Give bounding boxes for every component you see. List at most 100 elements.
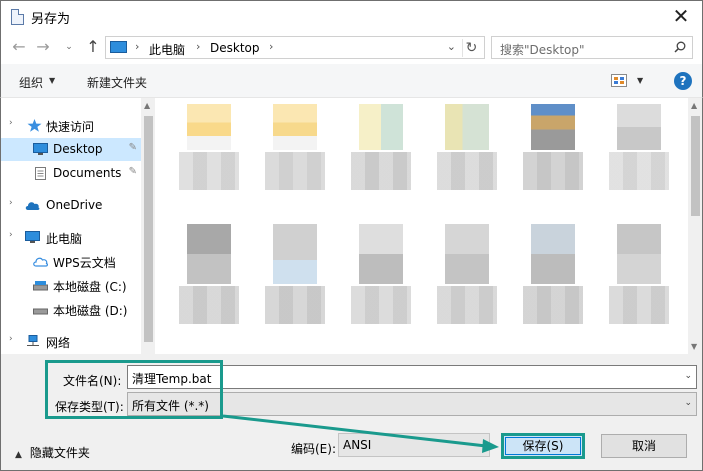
sidebar-item-network[interactable]: › 网络 [1, 330, 141, 353]
chevron-right-icon[interactable]: › [269, 40, 273, 53]
command-toolbar: 组织 ▼ 新建文件夹 ▼ ? [0, 64, 703, 98]
scroll-down-icon[interactable]: ▼ [691, 342, 697, 351]
file-list[interactable] [155, 98, 688, 354]
sidebar-item-this-pc[interactable]: › 此电脑 [1, 226, 141, 249]
file-name-blurred [179, 286, 239, 324]
hide-folders-toggle[interactable]: ▲ 隐藏文件夹 [15, 444, 90, 461]
sidebar-item-documents[interactable]: Documents ✎ [1, 162, 141, 185]
computer-icon [110, 41, 127, 53]
file-thumbnail [445, 224, 489, 284]
network-icon [27, 335, 39, 346]
view-options-icon[interactable] [611, 74, 627, 87]
file-name-blurred [523, 152, 583, 190]
scroll-up-icon[interactable]: ▲ [144, 101, 150, 110]
chevron-down-icon[interactable]: ▼ [49, 76, 55, 85]
file-thumbnail [531, 104, 575, 150]
chevron-right-icon[interactable]: › [196, 40, 200, 53]
file-item[interactable] [609, 224, 669, 354]
scroll-thumb[interactable] [144, 116, 153, 342]
sidebar-item-label: Documents [53, 166, 122, 180]
scroll-up-icon[interactable]: ▲ [691, 101, 697, 110]
save-button[interactable]: 保存(S) [501, 433, 585, 459]
file-thumbnail [273, 224, 317, 284]
sidebar-item-label: 本地磁盘 (D:) [53, 304, 128, 318]
file-thumbnail [617, 104, 661, 150]
file-name-blurred [609, 286, 669, 324]
sidebar-item-label: WPS云文档 [53, 256, 116, 270]
encoding-select[interactable]: ANSI [338, 433, 490, 457]
expand-icon[interactable]: › [9, 334, 13, 344]
sidebar-item-quick-access[interactable]: › 快速访问 [1, 114, 141, 137]
cancel-button-label: 取消 [631, 439, 656, 453]
file-name-blurred [437, 286, 497, 324]
chevron-down-icon[interactable]: ▼ [637, 76, 643, 85]
documents-icon [35, 167, 46, 180]
up-button[interactable]: ↑ [83, 36, 103, 58]
encoding-value: ANSI [343, 438, 372, 452]
help-button[interactable]: ? [674, 72, 692, 90]
star-icon [27, 119, 42, 132]
search-placeholder: 搜索"Desktop" [500, 43, 585, 57]
expand-icon[interactable]: › [9, 230, 13, 240]
navigation-bar: ← → ⌄ ↑ › 此电脑 › Desktop › ⌄ ↻ 搜索"Desktop… [0, 32, 703, 64]
close-button[interactable]: ✕ [670, 5, 692, 27]
sidebar-item-label: 本地磁盘 (C:) [53, 280, 127, 294]
sidebar-item-drive-d[interactable]: 本地磁盘 (D:) [1, 298, 141, 321]
file-name-blurred [351, 152, 411, 190]
wps-cloud-icon [33, 257, 48, 267]
file-thumbnail [531, 224, 575, 284]
file-item[interactable] [351, 224, 411, 354]
expand-icon[interactable]: › [9, 118, 13, 128]
address-dropdown-icon[interactable]: ⌄ [447, 40, 456, 53]
pin-icon[interactable]: ✎ [129, 166, 137, 177]
sidebar-item-label: 快速访问 [46, 120, 95, 134]
sidebar-item-label: OneDrive [46, 198, 103, 212]
sidebar-item-desktop[interactable]: Desktop ✎ [1, 138, 141, 161]
new-folder-button[interactable]: 新建文件夹 [87, 74, 147, 91]
search-icon [674, 41, 686, 53]
recent-locations-button[interactable]: ⌄ [59, 36, 79, 58]
file-item[interactable] [179, 224, 239, 354]
file-thumbnail [445, 104, 489, 150]
desktop-icon [33, 143, 48, 155]
address-bar[interactable]: › 此电脑 › Desktop › ⌄ ↻ [105, 36, 485, 59]
chevron-down-icon[interactable]: ⌄ [684, 371, 692, 381]
encoding-label: 编码(E): [291, 442, 336, 456]
file-thumbnail [273, 104, 317, 150]
file-name-blurred [437, 152, 497, 190]
pin-icon[interactable]: ✎ [129, 142, 137, 153]
organize-menu[interactable]: 组织 [19, 74, 43, 91]
window-title: 另存为 [31, 12, 71, 27]
title-bar: 另存为 ✕ [0, 0, 703, 32]
notepad-icon [11, 9, 24, 25]
file-name-blurred [351, 286, 411, 324]
drive-icon [33, 281, 48, 291]
back-button[interactable]: ← [9, 36, 29, 58]
file-item[interactable] [265, 224, 325, 354]
breadcrumb-this-pc[interactable]: 此电脑 [149, 41, 185, 58]
file-item[interactable] [437, 224, 497, 354]
navigation-pane: › 快速访问 Desktop ✎ Documents ✎ › OneDrive … [0, 98, 156, 354]
sidebar-item-label: 此电脑 [46, 232, 83, 246]
sidebar-item-wps-cloud[interactable]: WPS云文档 [1, 250, 141, 273]
chevron-right-icon[interactable]: › [135, 40, 139, 53]
computer-icon [25, 231, 40, 243]
file-thumbnail [187, 104, 231, 150]
chevron-down-icon[interactable]: ⌄ [684, 398, 692, 408]
sidebar-item-label: Desktop [53, 142, 103, 156]
file-list-scrollbar[interactable]: ▲ ▼ [688, 98, 703, 354]
cancel-button[interactable]: 取消 [601, 434, 687, 458]
sidebar-scrollbar[interactable]: ▲ [141, 98, 156, 354]
breadcrumb-desktop[interactable]: Desktop [210, 41, 260, 55]
expand-icon[interactable]: › [9, 198, 13, 208]
search-input[interactable]: 搜索"Desktop" [491, 36, 693, 59]
drive-icon [33, 308, 48, 315]
file-thumbnail [359, 104, 403, 150]
save-form: 文件名(N): 清理Temp.bat ⌄ 保存类型(T): 所有文件 (*.*)… [0, 354, 703, 471]
sidebar-item-onedrive[interactable]: › OneDrive [1, 194, 141, 217]
forward-button[interactable]: → [33, 36, 53, 58]
refresh-button[interactable]: ↻ [462, 39, 480, 57]
file-item[interactable] [523, 224, 583, 354]
scroll-thumb[interactable] [691, 116, 700, 216]
sidebar-item-drive-c[interactable]: 本地磁盘 (C:) [1, 274, 141, 297]
